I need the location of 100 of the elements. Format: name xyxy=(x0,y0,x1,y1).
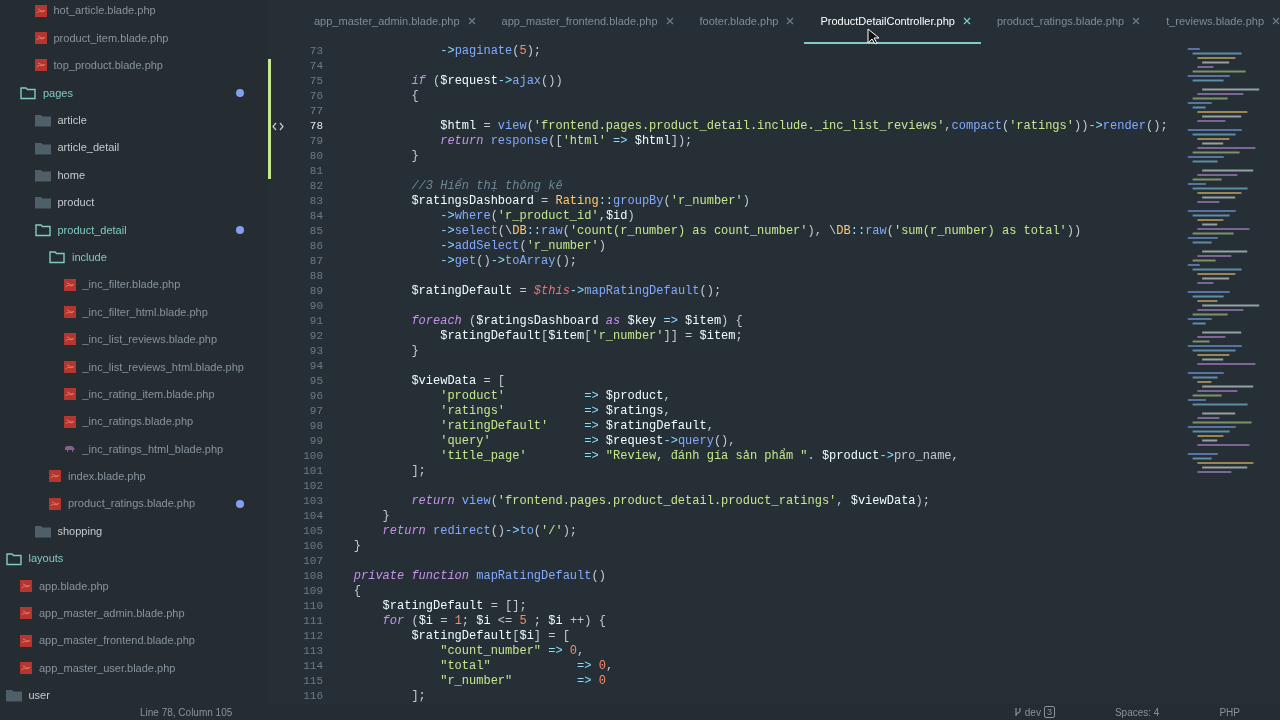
line-number: 87 xyxy=(308,254,324,269)
file-icon xyxy=(63,306,76,318)
file-item[interactable]: top_product.blade.php xyxy=(53,57,163,74)
file-item[interactable]: _inc_list_reviews_html.blade.php xyxy=(82,358,244,375)
close-icon[interactable] xyxy=(1272,17,1280,25)
folder-item[interactable]: pages xyxy=(43,84,73,102)
line-number: 110 xyxy=(302,599,324,614)
folder-item[interactable]: include xyxy=(72,248,107,266)
file-item[interactable]: app.blade.php xyxy=(39,577,109,595)
code-line: ]; xyxy=(410,464,426,479)
code-line: 'ratings' => $ratings, xyxy=(439,404,671,419)
line-number: 81 xyxy=(308,164,324,179)
line-number: 90 xyxy=(308,299,324,314)
file-item[interactable]: app_master_frontend.blade.php xyxy=(39,632,195,649)
file-icon xyxy=(63,415,76,428)
line-number: 106 xyxy=(302,539,324,554)
code-line: 'title_page' => "Review, đánh gía sản phẩm ". $product->pro_name, xyxy=(439,449,959,464)
line-number: 113 xyxy=(302,644,324,659)
line-number: 88 xyxy=(308,269,324,284)
close-icon[interactable] xyxy=(665,17,674,25)
code-line: $ratingDefault = $this->mapRatingDefault(); xyxy=(410,284,722,299)
file-icon xyxy=(63,333,76,346)
code-line: ->get()->toArray(); xyxy=(439,254,578,269)
file-item[interactable]: app_master_admin.blade.php xyxy=(39,605,185,622)
line-number: 85 xyxy=(308,224,324,239)
close-icon[interactable] xyxy=(467,17,476,25)
editor-tab[interactable]: app_master_frontend.blade.php xyxy=(485,0,684,44)
line-number: 103 xyxy=(302,494,324,509)
line-number: 86 xyxy=(308,239,324,254)
file-item[interactable]: _inc_rating_item.blade.php xyxy=(82,385,215,403)
folder-item[interactable]: product_detail xyxy=(57,221,127,239)
editor-tab[interactable]: app_master_admin.blade.php xyxy=(298,0,486,44)
code-line: $ratingDefault = []; xyxy=(381,599,527,614)
folder-item[interactable]: product xyxy=(57,194,95,211)
code-line: "r_number" => 0 xyxy=(439,674,606,689)
file-icon xyxy=(34,32,47,45)
file-item[interactable]: _inc_list_reviews.blade.php xyxy=(82,331,218,348)
line-number: 114 xyxy=(302,659,324,674)
line-number: 101 xyxy=(302,464,324,479)
code-line: return redirect()->to('/'); xyxy=(381,524,578,539)
branch-badge: 3 xyxy=(1043,706,1055,718)
code-line: } xyxy=(381,509,390,524)
file-item[interactable]: hot_article.blade.php xyxy=(53,2,156,19)
file-item[interactable]: _inc_ratings.blade.php xyxy=(82,413,194,430)
file-icon xyxy=(63,360,76,373)
folder-item[interactable]: article_detail xyxy=(57,139,120,156)
code-line: $viewData = [ xyxy=(410,374,506,389)
line-number: 77 xyxy=(308,104,324,119)
line-number: 74 xyxy=(308,59,324,74)
file-item[interactable]: index.blade.php xyxy=(68,468,146,485)
close-icon[interactable] xyxy=(962,17,971,25)
code-line: } xyxy=(410,344,419,359)
line-number: 92 xyxy=(308,329,324,344)
close-icon[interactable] xyxy=(786,17,795,25)
line-number: 108 xyxy=(302,569,324,584)
code-line: ]; xyxy=(410,689,426,704)
code-line: "total" => 0, xyxy=(439,659,614,674)
file-item[interactable]: product_item.blade.php xyxy=(53,29,169,47)
branch-icon[interactable] xyxy=(1013,707,1022,717)
editor-tab[interactable]: t_reviews.blade.php xyxy=(1150,0,1280,44)
file-item[interactable]: _inc_ratings_html_blade.php xyxy=(82,440,224,458)
folder-item[interactable]: layouts xyxy=(28,550,64,567)
line-number: 93 xyxy=(308,344,324,359)
line-number: 98 xyxy=(308,419,324,434)
folder-item[interactable]: user xyxy=(28,687,50,704)
line-number: 109 xyxy=(302,584,324,599)
file-item[interactable]: app_master_user.blade.php xyxy=(39,659,176,677)
line-number: 104 xyxy=(302,509,324,524)
line-number: 91 xyxy=(308,314,324,329)
code-line: } xyxy=(410,149,419,164)
code-line: foreach ($ratingsDashboard as $key => $item) { xyxy=(410,314,743,329)
file-icon xyxy=(49,470,61,483)
line-number: 89 xyxy=(308,284,324,299)
code-brackets-icon xyxy=(272,122,284,131)
folder-item[interactable]: home xyxy=(57,166,86,184)
branch-name[interactable]: dev xyxy=(1024,704,1041,720)
editor-tab[interactable]: product_ratings.blade.php xyxy=(980,0,1151,44)
line-number: 107 xyxy=(302,554,324,569)
code-line: //3 Hiển thị thông kê xyxy=(410,179,563,194)
code-line: { xyxy=(410,89,419,104)
file-icon xyxy=(34,59,47,72)
close-icon[interactable] xyxy=(1132,17,1141,25)
file-item[interactable]: _inc_filter_html.blade.php xyxy=(82,303,208,321)
line-number: 80 xyxy=(308,149,324,164)
language-mode[interactable]: PHP xyxy=(1219,704,1240,720)
file-item[interactable]: _inc_filter.blade.php xyxy=(82,276,181,293)
code-line: $ratingDefault[$item['r_number']] = $item; xyxy=(439,329,743,344)
indentation-setting[interactable]: Spaces: 4 xyxy=(1114,704,1160,720)
line-number: 97 xyxy=(308,404,324,419)
file-icon xyxy=(34,4,47,17)
editor-tab[interactable]: footer.blade.php xyxy=(683,0,805,44)
line-number: 73 xyxy=(308,44,324,59)
file-item[interactable]: product_ratings.blade.php xyxy=(68,495,196,512)
code-line: ->paginate(5); xyxy=(439,44,542,59)
mouse-pointer-icon xyxy=(867,28,880,46)
folder-item[interactable]: article xyxy=(57,112,87,129)
code-line: ->select(\DB::raw('count(r_number) as count_number'), \DB::raw('sum(r_number) as total')) xyxy=(439,224,1082,239)
file-icon xyxy=(20,662,32,675)
line-number: 116 xyxy=(302,689,324,704)
folder-item[interactable]: shopping xyxy=(57,522,103,540)
